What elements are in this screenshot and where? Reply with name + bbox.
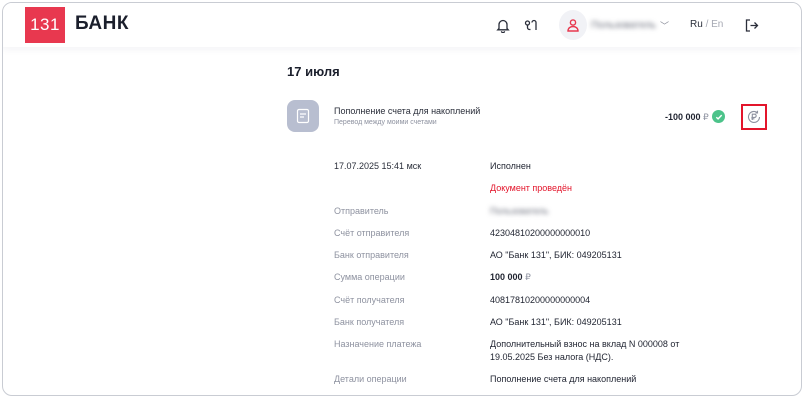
amount-detail-currency: ₽ bbox=[525, 272, 531, 282]
date-title: 17 июля bbox=[287, 64, 340, 79]
bell-icon[interactable] bbox=[493, 15, 513, 35]
sender-bank-value: АО "Банк 131", БИК: 049205131 bbox=[490, 250, 622, 260]
operation-title: Пополнение счета для накоплений bbox=[334, 106, 481, 116]
sender-bank-label: Банк отправителя bbox=[334, 250, 409, 260]
brand-name: БАНК bbox=[75, 13, 129, 34]
recipient-bank-label: Банк получателя bbox=[334, 317, 405, 327]
operation-subtitle: Перевод между моими счетами bbox=[334, 119, 437, 126]
lang-ru[interactable]: Ru bbox=[690, 19, 703, 30]
recipient-account-label: Счёт получателя bbox=[334, 295, 405, 305]
lang-separator: / bbox=[705, 19, 709, 30]
bank-logo[interactable]: 131 bbox=[25, 7, 65, 43]
amount-label: Сумма операции bbox=[334, 272, 405, 282]
amount-detail-value: 100 000 ₽ bbox=[490, 271, 700, 284]
sender-account-value: 42304810200000000010 bbox=[490, 228, 591, 238]
amount-currency: ₽ bbox=[703, 112, 709, 122]
operation-document-icon bbox=[287, 100, 319, 132]
language-switcher[interactable]: Ru / En bbox=[690, 19, 723, 30]
operation-datetime: 17.07.2025 15:41 мск bbox=[334, 161, 422, 171]
top-header: 131 БАНК Пользователь ﹀ Ru / En bbox=[3, 3, 801, 47]
check-icon bbox=[712, 110, 725, 123]
document-status: Документ проведён bbox=[490, 183, 573, 193]
recipient-bank-value: АО "Банк 131", БИК: 049205131 bbox=[490, 317, 622, 327]
operation-amount: -100 000 ₽ bbox=[665, 112, 709, 123]
sender-value: Пользователь bbox=[490, 206, 549, 216]
lang-en[interactable]: En bbox=[711, 19, 723, 30]
route-icon[interactable] bbox=[521, 15, 541, 35]
chevron-down-icon: ﹀ bbox=[659, 20, 669, 31]
avatar bbox=[559, 10, 588, 40]
app-frame: 131 БАНК Пользователь ﹀ Ru / En 17 июля … bbox=[2, 2, 802, 396]
payment-purpose-label: Назначение платежа bbox=[334, 339, 422, 349]
logout-icon[interactable] bbox=[741, 15, 761, 35]
user-menu[interactable]: Пользователь ﹀ bbox=[559, 9, 669, 41]
repeat-payment-button[interactable] bbox=[741, 104, 767, 130]
operation-status: Исполнен bbox=[490, 161, 531, 171]
operation-details-label: Детали операции bbox=[334, 374, 407, 384]
sender-account-label: Счёт отправителя bbox=[334, 228, 410, 238]
amount-value: -100 000 bbox=[665, 112, 701, 122]
user-name: Пользователь bbox=[591, 19, 656, 31]
recipient-account-value: 40817810200000000004 bbox=[490, 295, 591, 305]
amount-detail-number: 100 000 bbox=[490, 272, 523, 282]
sender-label: Отправитель bbox=[334, 206, 389, 216]
payment-purpose-value: Дополнительный взнос на вклад N 000008 о… bbox=[490, 339, 680, 362]
operation-details-value: Пополнение счета для накоплений bbox=[490, 374, 637, 384]
